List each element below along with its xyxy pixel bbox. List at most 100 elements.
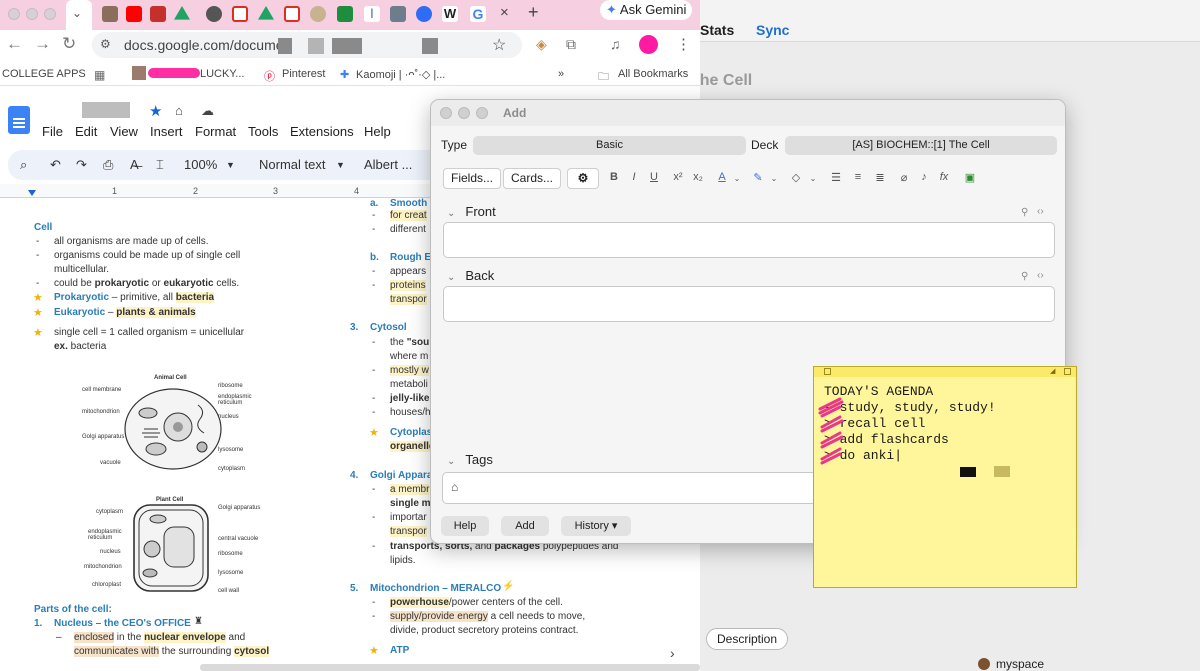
back-icon[interactable]: ← xyxy=(6,34,23,54)
stats-button[interactable]: Stats xyxy=(700,22,734,38)
youtube-tab-icon[interactable] xyxy=(126,6,142,22)
sticky-note[interactable]: ◢ TODAY'S AGENDA - study, study, study! … xyxy=(813,366,1077,588)
chevron-down-icon[interactable]: ▼ xyxy=(336,160,345,170)
dialog-close-dot[interactable] xyxy=(440,107,452,119)
menu-insert[interactable]: Insert xyxy=(150,124,183,139)
tab-favicon[interactable] xyxy=(337,6,353,22)
image-occlusion-icon[interactable]: ▣ xyxy=(963,171,977,184)
align-icon[interactable]: ≣ xyxy=(873,171,887,184)
tags-header[interactable]: ⌄ Tags xyxy=(447,452,493,467)
spellcheck-icon[interactable]: A̶ xyxy=(130,157,139,172)
style-select[interactable]: Normal text xyxy=(259,157,325,172)
menu-help[interactable]: Help xyxy=(364,124,391,139)
dialog-zoom-dot[interactable] xyxy=(476,107,488,119)
add-button[interactable]: Add xyxy=(501,516,549,536)
search-icon[interactable]: ⌕ xyxy=(20,157,27,173)
eraser-icon[interactable]: ◇ xyxy=(789,171,803,184)
microphone-icon[interactable]: ♪ xyxy=(917,171,931,183)
menu-file[interactable]: File xyxy=(42,124,63,139)
italic-icon[interactable]: I xyxy=(627,171,641,183)
reload-icon[interactable]: ↻ xyxy=(62,34,76,54)
zoom-select[interactable]: 100% xyxy=(184,157,217,172)
menu-view[interactable]: View xyxy=(110,124,138,139)
menu-extensions[interactable]: Extensions xyxy=(290,124,354,139)
extension-icon[interactable]: ◈ xyxy=(536,36,547,53)
superscript-icon[interactable]: x² xyxy=(671,171,685,183)
highlight-icon[interactable]: ✎ xyxy=(751,171,765,184)
note-type-selector[interactable]: Basic xyxy=(473,136,746,155)
bookmark-lucky[interactable]: LUCKY... xyxy=(200,68,244,80)
menu-tools[interactable]: Tools xyxy=(248,124,278,139)
window-zoom-dot[interactable] xyxy=(44,8,56,20)
back-field-header[interactable]: ⌄ Back xyxy=(447,268,494,283)
chevron-down-icon[interactable]: ⌄ xyxy=(806,174,820,183)
messenger-tab-icon[interactable] xyxy=(416,6,432,22)
dialog-minimize-dot[interactable] xyxy=(458,107,470,119)
print-icon[interactable]: ⎙ xyxy=(103,157,113,173)
move-to-folder-icon[interactable]: ⌂ xyxy=(175,103,183,118)
sticky-zoom-box[interactable] xyxy=(1064,368,1071,375)
undo-icon[interactable]: ↶ xyxy=(50,157,61,173)
paint-format-icon[interactable]: ⌶ xyxy=(156,157,164,173)
sticky-close-box[interactable] xyxy=(824,368,831,375)
wikipedia-tab-icon[interactable]: W xyxy=(442,6,458,22)
front-field-input[interactable] xyxy=(443,222,1055,258)
help-button[interactable]: Help xyxy=(441,516,489,536)
new-tab-button[interactable]: + xyxy=(528,2,539,23)
tab-favicon[interactable] xyxy=(310,6,326,22)
profile-avatar[interactable] xyxy=(639,35,658,54)
tab-favicon[interactable]: l xyxy=(364,6,380,22)
bullet-list-icon[interactable]: ☰ xyxy=(829,171,843,184)
text-color-icon[interactable]: A xyxy=(715,171,729,183)
deck-selector[interactable]: [AS] BIOCHEM::[1] The Cell xyxy=(785,136,1057,155)
horizontal-scrollbar[interactable] xyxy=(200,664,700,671)
ask-gemini-button[interactable]: ✦ Ask Gemini xyxy=(600,0,692,20)
forward-icon[interactable]: → xyxy=(34,34,51,54)
address-bar[interactable]: ⚙ docs.google.com/documen ☆ xyxy=(92,32,522,58)
doc-title-redacted[interactable] xyxy=(82,102,130,118)
description-button[interactable]: Description xyxy=(706,628,789,650)
font-select[interactable]: Albert ... xyxy=(364,157,412,172)
star-doc-icon[interactable]: ★ xyxy=(149,102,162,120)
all-bookmarks[interactable]: All Bookmarks xyxy=(618,68,688,80)
drive-tab-icon[interactable] xyxy=(174,6,190,20)
chrome-menu-icon[interactable]: ⋮ xyxy=(676,35,691,53)
underline-icon[interactable]: U xyxy=(647,171,661,183)
bookmark-kaomoji[interactable]: Kaomoji | ·ᴖ˚·◇ |... xyxy=(356,68,445,81)
extensions-puzzle-icon[interactable]: ⧉ xyxy=(566,36,576,53)
window-minimize-dot[interactable] xyxy=(26,8,38,20)
bookmark-pinterest[interactable]: Pinterest xyxy=(282,68,325,80)
sticky-titlebar[interactable]: ◢ xyxy=(814,367,1076,377)
window-close-dot[interactable] xyxy=(8,8,20,20)
bookmark-college-apps[interactable]: COLLEGE APPS xyxy=(2,68,86,80)
history-button[interactable]: History ▾ xyxy=(561,516,631,536)
gmail-tab-icon[interactable] xyxy=(232,6,248,22)
chevron-down-icon[interactable]: ⌄ xyxy=(767,174,781,183)
subscript-icon[interactable]: x₂ xyxy=(691,171,705,183)
tab-favicon[interactable] xyxy=(150,6,166,22)
chevron-down-icon[interactable]: ▼ xyxy=(226,160,235,170)
html-editor-icon[interactable]: ‹› xyxy=(1037,270,1044,281)
chevron-down-icon[interactable]: ⌄ xyxy=(730,174,744,183)
tab-favicon[interactable] xyxy=(390,6,406,22)
html-editor-icon[interactable]: ‹› xyxy=(1037,206,1044,217)
tab-favicon[interactable] xyxy=(102,6,118,22)
apps-grid-icon[interactable]: ▦ xyxy=(94,68,105,82)
tab-active[interactable]: ⌄ xyxy=(66,0,92,30)
attach-icon[interactable]: ⌀ xyxy=(897,171,911,184)
drive-tab-icon[interactable] xyxy=(258,6,274,20)
tab-favicon[interactable] xyxy=(206,6,222,22)
menu-edit[interactable]: Edit xyxy=(75,124,97,139)
indent-marker[interactable] xyxy=(28,190,36,196)
bold-icon[interactable]: B xyxy=(607,171,621,183)
media-control-icon[interactable]: ♫ xyxy=(610,36,621,52)
site-info-icon[interactable]: ⚙ xyxy=(100,37,111,51)
sticky-resize-icon[interactable]: ◢ xyxy=(1050,367,1055,375)
fields-button[interactable]: Fields... xyxy=(443,168,501,189)
tab-close-icon[interactable]: × xyxy=(500,4,509,21)
front-field-header[interactable]: ⌄ Front xyxy=(447,204,496,219)
pin-icon[interactable]: ⚲ xyxy=(1021,207,1028,218)
redo-icon[interactable]: ↷ xyxy=(76,157,87,173)
bookmark-star-icon[interactable]: ☆ xyxy=(492,35,506,55)
sync-button[interactable]: Sync xyxy=(756,22,789,38)
